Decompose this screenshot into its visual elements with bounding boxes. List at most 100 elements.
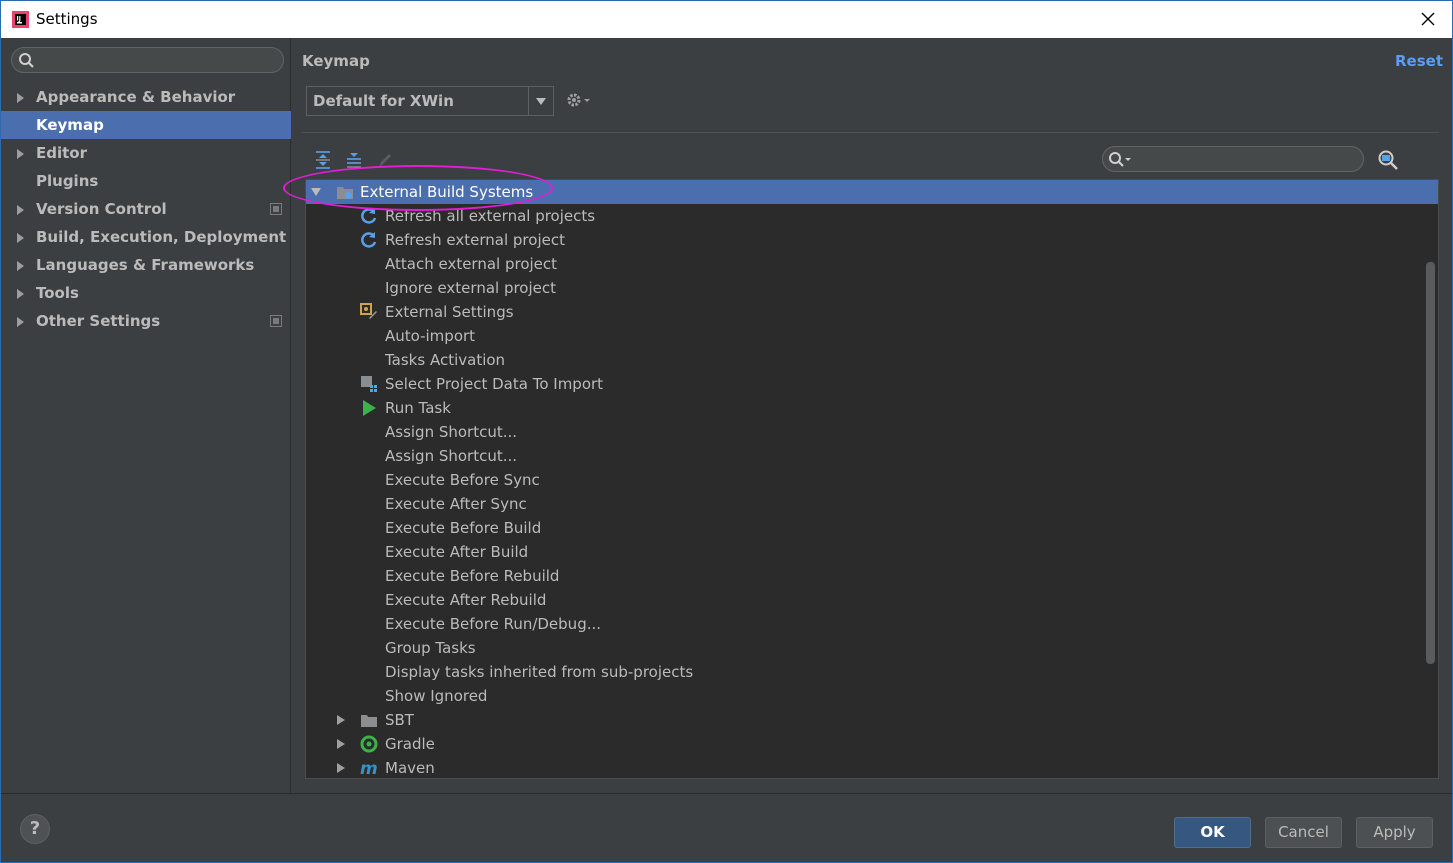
tree-item[interactable]: Execute After Sync xyxy=(306,492,1438,516)
sidebar-item-editor[interactable]: Editor xyxy=(1,139,291,167)
sidebar-item-label: Build, Execution, Deployment xyxy=(36,228,287,246)
tree-item-label: Group Tasks xyxy=(385,639,476,657)
tree-item-label: Assign Shortcut... xyxy=(385,423,518,441)
tree-item[interactable]: Group Tasks xyxy=(306,636,1438,660)
collapse-all-icon[interactable] xyxy=(345,150,363,170)
tree-item-label: Show Ignored xyxy=(385,687,488,705)
sidebar-item-label: Other Settings xyxy=(36,312,161,330)
refresh-icon xyxy=(361,232,377,248)
svg-text:IJ: IJ xyxy=(17,16,21,23)
tree-item[interactable]: Execute Before Rebuild xyxy=(306,564,1438,588)
tree-item[interactable]: Display tasks inherited from sub-project… xyxy=(306,660,1438,684)
chevron-right-icon xyxy=(17,317,24,327)
divider xyxy=(1,793,1452,794)
expand-all-icon[interactable] xyxy=(314,150,332,170)
tree-item[interactable]: Assign Shortcut... xyxy=(306,444,1438,468)
chevron-right-icon[interactable] xyxy=(337,763,345,773)
chevron-right-icon xyxy=(17,149,24,159)
tree-item-label: Execute After Sync xyxy=(385,495,527,513)
tree-item[interactable]: Execute Before Build xyxy=(306,516,1438,540)
ok-button[interactable]: OK xyxy=(1174,817,1251,848)
sidebar-item-build-execution-deployment[interactable]: Build, Execution, Deployment xyxy=(1,223,291,251)
tree-item-label: Execute After Rebuild xyxy=(385,591,547,609)
tree-group-maven[interactable]: m Maven xyxy=(306,756,1438,778)
title-bar: IJ Settings xyxy=(0,0,1453,38)
refresh-icon xyxy=(361,208,377,224)
folder-icon xyxy=(337,187,353,199)
tree-item[interactable]: Refresh external project xyxy=(306,228,1438,252)
sidebar-item-tools[interactable]: Tools xyxy=(1,279,291,307)
tree-item[interactable]: Execute After Build xyxy=(306,540,1438,564)
tree-item-label: Execute Before Sync xyxy=(385,471,540,489)
project-level-icon xyxy=(270,315,282,327)
help-button[interactable]: ? xyxy=(20,814,50,844)
search-icon xyxy=(19,53,34,68)
tree-item-label: Display tasks inherited from sub-project… xyxy=(385,663,694,681)
tree-item-label: Gradle xyxy=(385,735,435,753)
tree-group-external-build-systems[interactable]: External Build Systems xyxy=(306,180,1438,204)
sidebar-item-label: Plugins xyxy=(36,172,99,190)
sidebar-item-plugins[interactable]: Plugins xyxy=(1,167,291,195)
svg-text:m: m xyxy=(360,759,378,777)
folder-icon xyxy=(361,715,377,727)
tree-item[interactable]: Select Project Data To Import xyxy=(306,372,1438,396)
chevron-right-icon xyxy=(17,261,24,271)
sidebar-item-label: Version Control xyxy=(36,200,167,218)
tree-item[interactable]: Ignore external project xyxy=(306,276,1438,300)
tree-item-label: Execute Before Run/Debug... xyxy=(385,615,602,633)
edit-pencil-icon[interactable] xyxy=(376,150,394,170)
find-by-shortcut-icon[interactable] xyxy=(1377,149,1401,171)
tree-item-label: Maven xyxy=(385,759,435,777)
chevron-right-icon xyxy=(17,93,24,103)
tree-item[interactable]: External Settings xyxy=(306,300,1438,324)
keymap-select-value: Default for XWin xyxy=(313,92,454,110)
tree-item-label: Attach external project xyxy=(385,255,558,273)
chevron-down-icon[interactable] xyxy=(311,188,321,196)
chevron-right-icon xyxy=(17,289,24,299)
tree-item[interactable]: Execute After Rebuild xyxy=(306,588,1438,612)
sidebar-item-label: Languages & Frameworks xyxy=(36,256,255,274)
sidebar-item-version-control[interactable]: Version Control xyxy=(1,195,291,223)
run-icon xyxy=(363,400,376,416)
sidebar-item-label: Keymap xyxy=(36,116,104,134)
tree-item-label: SBT xyxy=(385,711,414,729)
chevron-right-icon[interactable] xyxy=(337,715,345,725)
tree-item[interactable]: Execute Before Sync xyxy=(306,468,1438,492)
tree-item-label: Tasks Activation xyxy=(385,351,506,369)
chevron-right-icon xyxy=(17,233,24,243)
tree-scrollbar[interactable] xyxy=(1426,262,1435,664)
sidebar-item-appearance-behavior[interactable]: Appearance & Behavior xyxy=(1,83,291,111)
keymap-tree[interactable]: External Build Systems Refresh all exter… xyxy=(305,179,1439,779)
sidebar-search-input[interactable] xyxy=(11,47,284,73)
page-title: Keymap xyxy=(302,52,370,70)
gear-icon[interactable] xyxy=(565,91,591,109)
tree-group-sbt[interactable]: SBT xyxy=(306,708,1438,732)
chevron-right-icon[interactable] xyxy=(337,739,345,749)
sidebar-item-languages-frameworks[interactable]: Languages & Frameworks xyxy=(1,251,291,279)
tree-item-label: Assign Shortcut... xyxy=(385,447,518,465)
search-options-icon xyxy=(1109,152,1131,167)
tree-item[interactable]: Tasks Activation xyxy=(306,348,1438,372)
tree-item-label: Select Project Data To Import xyxy=(385,375,604,393)
tree-item[interactable]: Run Task xyxy=(306,396,1438,420)
cancel-button[interactable]: Cancel xyxy=(1265,817,1342,848)
tree-item-label: Execute After Build xyxy=(385,543,529,561)
chevron-down-icon[interactable] xyxy=(528,87,553,115)
tree-item[interactable]: Execute Before Run/Debug... xyxy=(306,612,1438,636)
tree-item[interactable]: Refresh all external projects xyxy=(306,204,1438,228)
close-icon[interactable] xyxy=(1418,9,1438,29)
maven-icon: m xyxy=(360,759,378,777)
tree-item[interactable]: Attach external project xyxy=(306,252,1438,276)
tree-item[interactable]: Assign Shortcut... xyxy=(306,420,1438,444)
sidebar-item-keymap[interactable]: Keymap xyxy=(1,111,291,139)
apply-button[interactable]: Apply xyxy=(1356,817,1433,848)
keymap-search-input[interactable] xyxy=(1102,146,1364,172)
tree-item[interactable]: Auto-import xyxy=(306,324,1438,348)
settings-sidebar: Appearance & Behavior Keymap Editor Plug… xyxy=(1,38,291,793)
keymap-select[interactable]: Default for XWin xyxy=(306,86,554,116)
reset-link[interactable]: Reset xyxy=(1395,52,1443,70)
sidebar-item-other-settings[interactable]: Other Settings xyxy=(1,307,291,335)
chevron-right-icon xyxy=(17,205,24,215)
tree-item[interactable]: Show Ignored xyxy=(306,684,1438,708)
tree-group-gradle[interactable]: Gradle xyxy=(306,732,1438,756)
